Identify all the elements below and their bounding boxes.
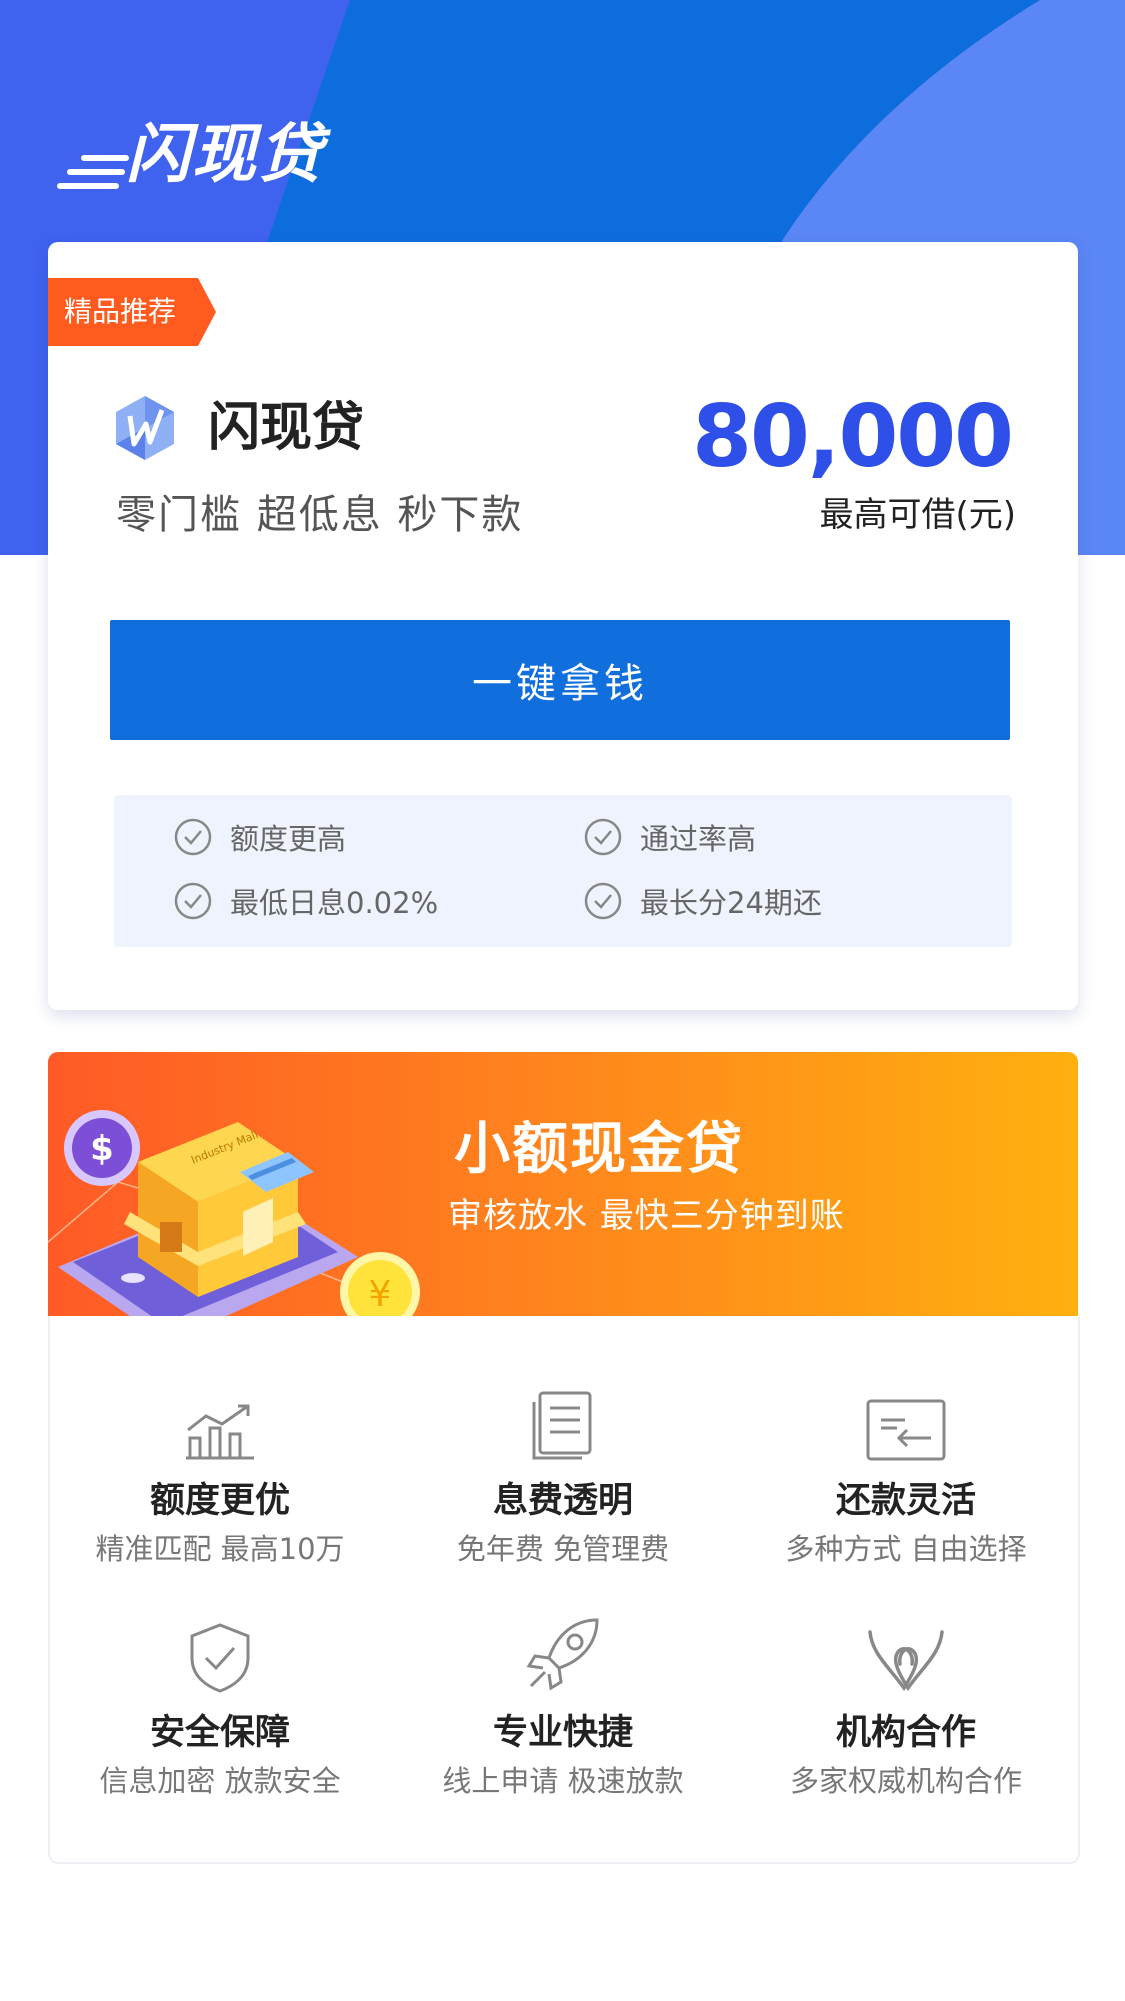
rocket-icon: [393, 1614, 733, 1694]
feature-label: 通过率高: [640, 822, 757, 856]
product-name: 闪现贷: [208, 398, 365, 458]
benefit-item: 额度更优 精准匹配 最高10万: [50, 1382, 390, 1570]
product-card: 精品推荐 闪现贷 零门槛 超低息 秒下款 80,000 最高可借(元) 一键拿钱…: [48, 242, 1078, 1010]
benefit-item: 安全保障 信息加密 放款安全: [50, 1614, 390, 1802]
benefit-item: 息费透明 免年费 免管理费: [393, 1382, 733, 1570]
feature-label: 最长分24期还: [640, 886, 822, 920]
max-amount: 80,000: [692, 387, 1014, 487]
benefit-desc: 免年费 免管理费: [456, 1532, 670, 1566]
document-icon: [393, 1382, 733, 1462]
benefit-item: 机构合作 多家权威机构合作: [736, 1614, 1076, 1802]
benefit-item: 专业快捷 线上申请 极速放款: [393, 1614, 733, 1802]
speed-lines-icon: [57, 155, 129, 189]
feature-item: 最低日息0.02%: [174, 879, 438, 923]
benefit-title: 额度更优: [149, 1481, 290, 1521]
promo-title: 小额现金贷: [454, 1117, 744, 1182]
check-circle-icon: [174, 818, 212, 856]
shop-illustration: $ ¥ Industry Mall: [48, 1110, 420, 1316]
benefit-title: 还款灵活: [835, 1481, 976, 1521]
benefit-desc: 线上申请 极速放款: [442, 1764, 684, 1798]
benefit-title: 机构合作: [835, 1713, 976, 1753]
benefit-desc: 多种方式 自由选择: [785, 1532, 1027, 1566]
benefit-desc: 多家权威机构合作: [789, 1764, 1022, 1798]
feature-label: 额度更高: [230, 822, 347, 856]
benefit-title: 息费透明: [492, 1481, 633, 1521]
partnership-icon: [736, 1614, 1076, 1694]
recommend-badge: 精品推荐: [48, 278, 216, 346]
promo-subtitle: 审核放水 最快三分钟到账: [448, 1196, 845, 1236]
dollar-coin-icon: $: [90, 1129, 114, 1169]
repay-icon: [736, 1382, 1076, 1462]
check-circle-icon: [584, 818, 622, 856]
lightning-logo-icon: [116, 396, 174, 460]
get-money-button[interactable]: 一键拿钱: [110, 620, 1010, 740]
benefit-desc: 信息加密 放款安全: [99, 1764, 341, 1798]
yen-coin-icon: ¥: [369, 1274, 392, 1315]
benefit-item: 还款灵活 多种方式 自由选择: [736, 1382, 1076, 1570]
feature-item: 通过率高: [584, 815, 756, 859]
brand-logo-text: 闪现贷: [126, 118, 324, 192]
max-amount-label: 最高可借(元): [819, 495, 1016, 535]
check-circle-icon: [174, 882, 212, 920]
feature-item: 最长分24期还: [584, 879, 822, 923]
feature-item: 额度更高: [174, 815, 346, 859]
features-box: 额度更高 通过率高 最低日息0.02% 最长分24期还: [114, 795, 1012, 947]
feature-label: 最低日息0.02%: [230, 886, 439, 920]
brand-logo: 闪现贷: [56, 110, 326, 200]
benefit-desc: 精准匹配 最高10万: [95, 1532, 345, 1566]
check-circle-icon: [584, 882, 622, 920]
product-slogan: 零门槛 超低息 秒下款: [116, 492, 524, 538]
benefit-title: 专业快捷: [492, 1713, 633, 1753]
benefit-title: 安全保障: [149, 1713, 290, 1753]
shield-check-icon: [50, 1614, 390, 1694]
small-loan-banner[interactable]: $ ¥ Industry Mall 小额现金贷 审核放水 最快三分钟到账: [48, 1052, 1078, 1316]
benefits-grid: 额度更优 精准匹配 最高10万 息费透明 免年费 免管理费 还款灵活 多种方式 …: [48, 1316, 1080, 1864]
chart-up-icon: [50, 1382, 390, 1462]
